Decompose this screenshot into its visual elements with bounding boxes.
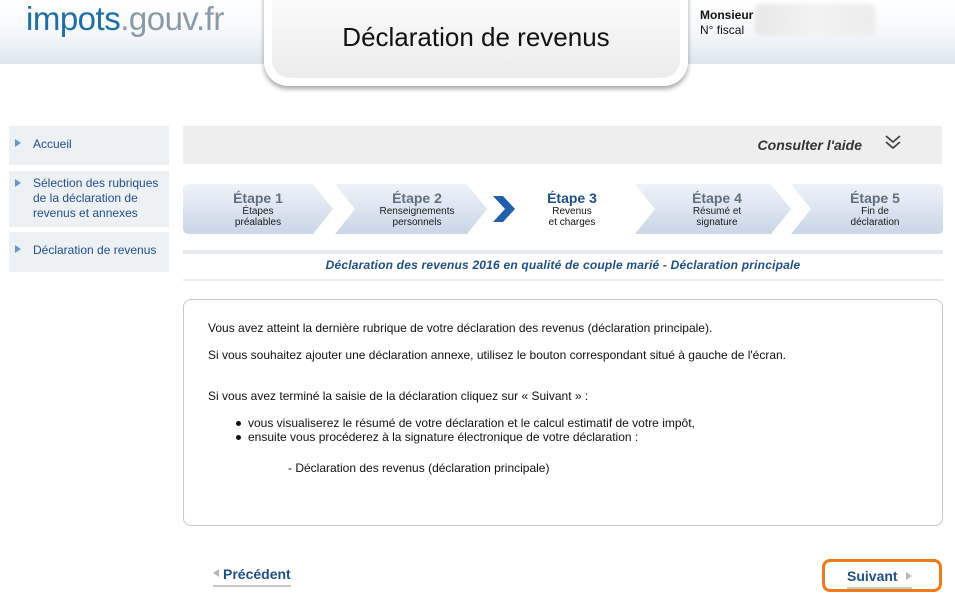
step-title: Étape 5	[850, 190, 900, 206]
step-desc: signature	[696, 217, 738, 228]
info-text-click-next: Si vous avez terminé la saisie de la déc…	[208, 389, 589, 403]
double-chevron-down-icon[interactable]	[884, 133, 902, 151]
previous-label: Précédent	[223, 566, 291, 582]
help-link[interactable]: Consulter l'aide	[758, 137, 862, 153]
list-item: ensuite vous procéderez à la signature é…	[236, 430, 695, 444]
sidebar-item-label: Déclaration de revenus	[33, 243, 157, 257]
step-desc: déclaration	[850, 217, 900, 228]
content-panel: Vous avez atteint la dernière rubrique d…	[183, 299, 943, 526]
previous-button[interactable]: Précédent	[213, 566, 291, 587]
step-desc: Revenus	[552, 206, 592, 217]
user-info: Monsieur N° fiscal	[700, 8, 753, 38]
sidebar: Accueil Sélection des rubriques de la dé…	[9, 126, 169, 278]
arrow-right-icon	[15, 139, 21, 147]
step-5: Étape 5 Fin de déclaration	[791, 184, 943, 234]
info-text-last-section: Vous avez atteint la dernière rubrique d…	[208, 321, 713, 335]
next-label: Suivant	[847, 568, 898, 584]
progress-steps: Étape 1 Étapes préalables Étape 2 Rensei…	[183, 184, 943, 234]
step-2: Étape 2 Renseignements personnels	[335, 184, 487, 234]
fiscal-number-label: N° fiscal	[700, 23, 745, 37]
arrow-right-icon	[15, 245, 21, 253]
step-desc: Étapes	[242, 206, 274, 217]
next-steps-list: vous visualiserez le résumé de votre déc…	[236, 416, 695, 444]
divider	[183, 250, 943, 254]
step-desc: préalables	[234, 217, 282, 228]
step-title: Étape 2	[392, 190, 442, 206]
help-bar: Consulter l'aide	[183, 126, 942, 164]
redacted-user-info	[755, 4, 875, 36]
step-1: Étape 1 Étapes préalables	[183, 184, 333, 234]
sidebar-item-accueil[interactable]: Accueil	[9, 126, 169, 165]
info-text-add-annex: Si vous souhaitez ajouter une déclaratio…	[208, 348, 787, 362]
sidebar-item-declaration-revenus[interactable]: Déclaration de revenus	[9, 232, 169, 272]
step-desc: et charges	[548, 217, 596, 228]
step-3-active: Étape 3 Revenus et charges	[489, 184, 635, 234]
step-desc: Résumé et	[692, 206, 742, 217]
page-title: Déclaration de revenus	[342, 21, 610, 52]
step-desc: Fin de	[861, 206, 889, 217]
sidebar-item-selection-rubriques[interactable]: Sélection des rubriques de la déclaratio…	[9, 171, 169, 227]
step-4: Étape 4 Résumé et signature	[635, 184, 791, 234]
impots-logo[interactable]: impots.gouv.fr	[26, 0, 224, 38]
logo-text-main: impots	[26, 0, 121, 37]
step-desc: Renseignements	[379, 206, 455, 217]
logo-text-domain: .gouv.fr	[120, 0, 224, 37]
triangle-right-icon	[905, 572, 912, 580]
step-title: Étape 3	[547, 190, 597, 206]
step-title: Étape 4	[692, 190, 742, 206]
arrow-right-icon	[15, 179, 21, 187]
step-desc: personnels	[392, 217, 442, 228]
list-item: vous visualiserez le résumé de votre déc…	[236, 416, 695, 430]
user-name: Monsieur	[700, 8, 754, 22]
declaration-item: - Déclaration des revenus (déclaration p…	[288, 461, 550, 475]
next-button[interactable]: Suivant	[822, 559, 942, 592]
page-title-box: Déclaration de revenus	[264, 0, 688, 86]
sidebar-item-label: Sélection des rubriques de la déclaratio…	[33, 176, 159, 220]
declaration-subtitle: Déclaration des revenus 2016 en qualité …	[325, 258, 801, 272]
triangle-left-icon	[213, 569, 219, 577]
sidebar-item-label: Accueil	[33, 137, 72, 151]
divider	[183, 279, 943, 281]
step-title: Étape 1	[233, 190, 283, 206]
